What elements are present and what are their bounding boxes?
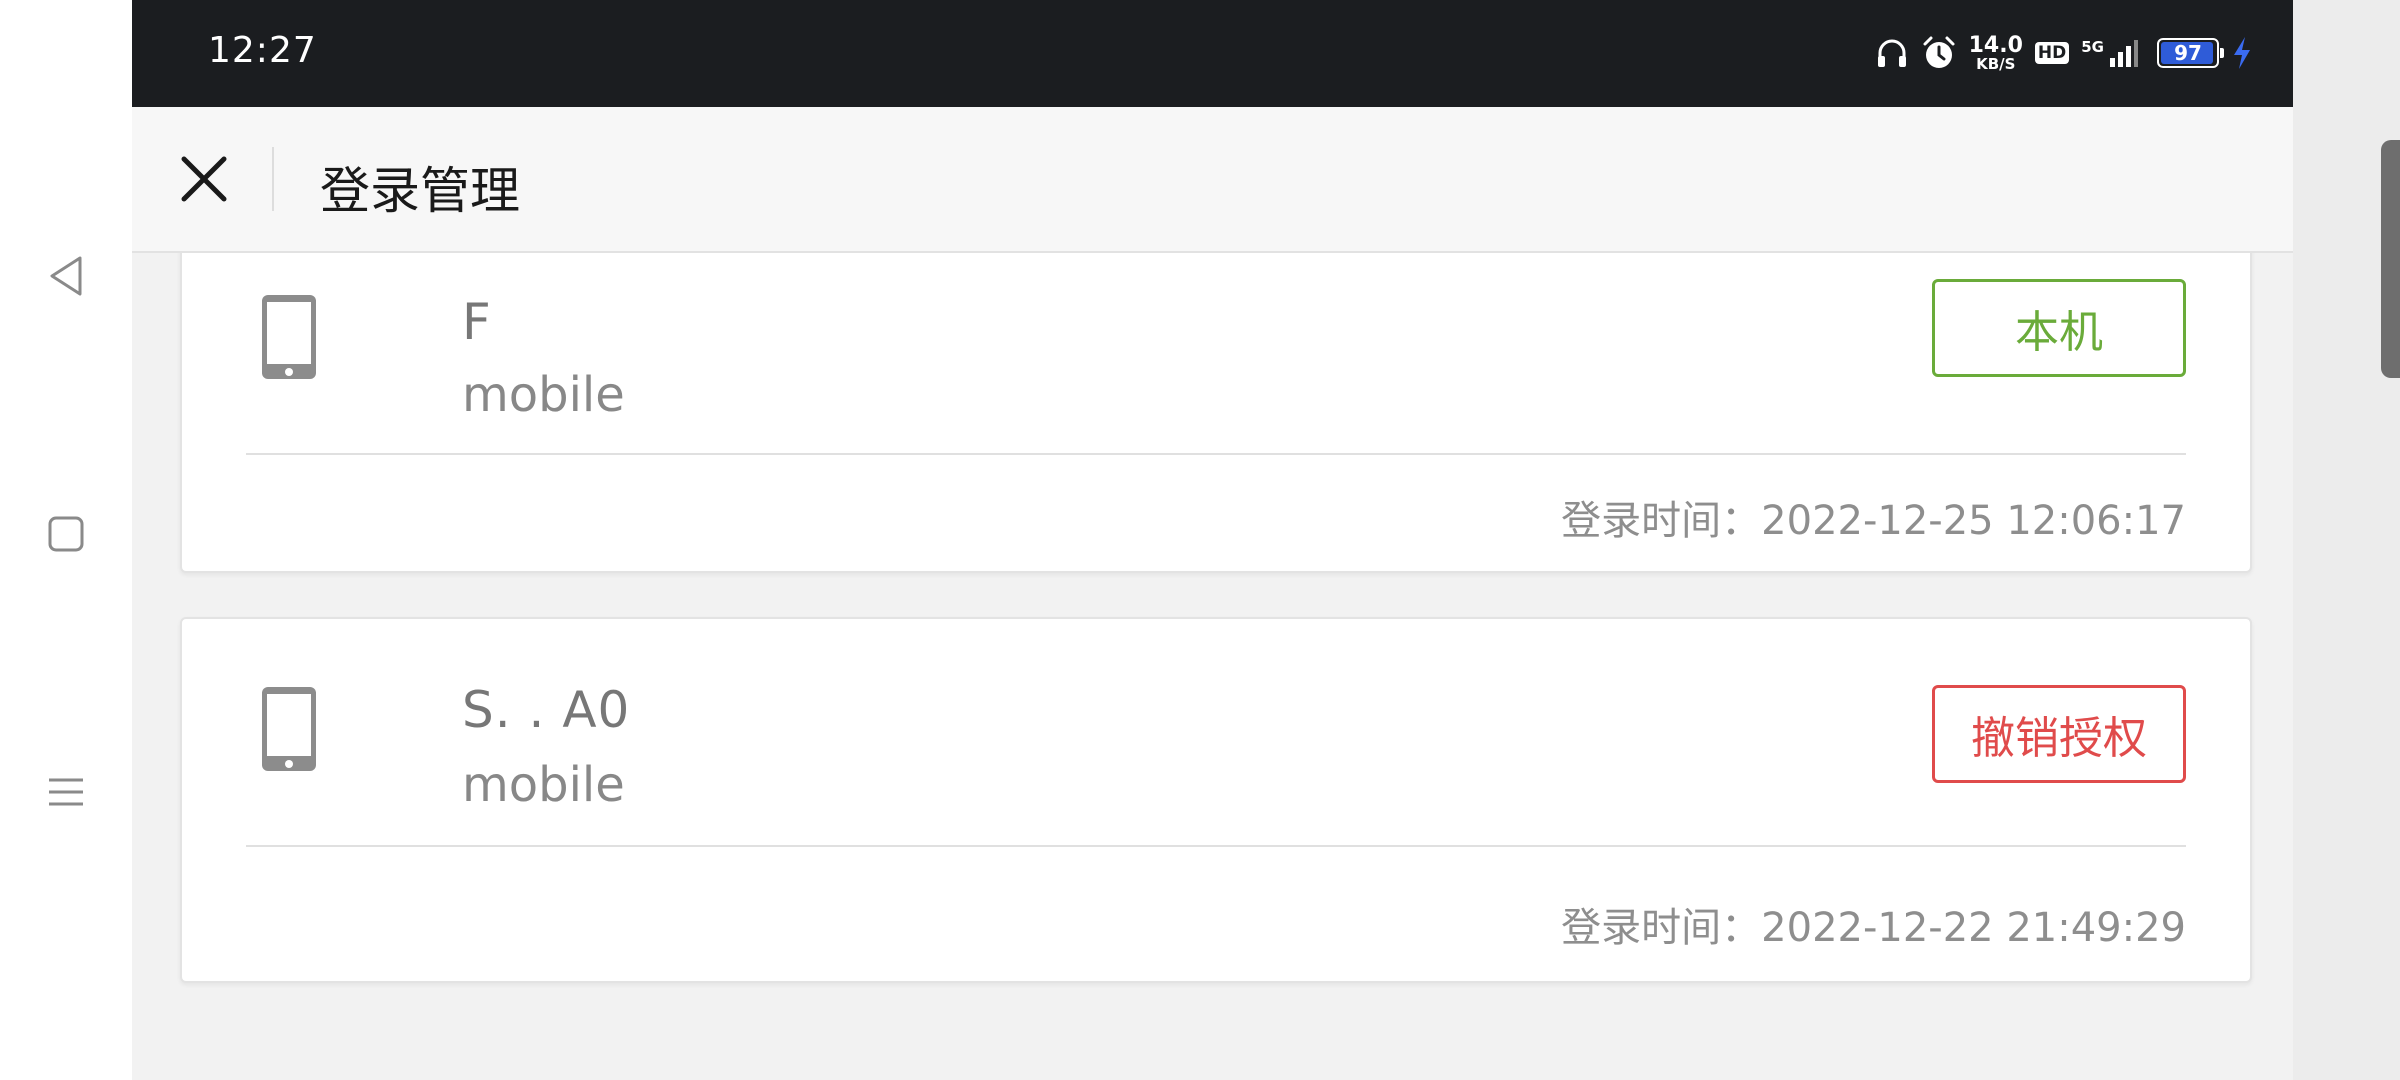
headphones-icon <box>1877 39 1906 67</box>
alarm-icon <box>1923 36 1955 68</box>
back-triangle-icon <box>50 256 82 296</box>
login-time: 登录时间：2022-12-22 21:49:29 <box>1561 895 2186 953</box>
revoke-authorization-button[interactable]: 撤销授权 <box>1932 685 2186 783</box>
page-title: 登录管理 <box>320 162 520 220</box>
screen: 12:27 14.0 KB/S HD 5G 97 登录管理 F mobile 本… <box>0 0 2400 1080</box>
login-time: 登录时间：2022-12-25 12:06:17 <box>1561 488 2186 546</box>
card-divider <box>246 845 2186 847</box>
login-time-label: 登录时间： <box>1561 498 1762 544</box>
phone-icon <box>262 295 316 379</box>
phone-icon <box>262 687 316 771</box>
navigation-rail <box>0 0 132 1080</box>
menu-lines-icon <box>49 778 83 806</box>
device-type: mobile <box>462 367 625 423</box>
network-speed: 14.0 KB/S <box>1968 32 2023 73</box>
session-list[interactable]: F mobile 本机 登录时间：2022-12-25 12:06:17 S. … <box>132 253 2293 1080</box>
login-time-label: 登录时间： <box>1561 905 1762 951</box>
session-card: F mobile 本机 登录时间：2022-12-25 12:06:17 <box>180 253 2252 573</box>
hd-badge: HD <box>2034 41 2070 65</box>
battery-icon: 97 <box>2157 38 2224 68</box>
device-name: S. . A0 <box>462 681 631 739</box>
network-speed-value: 14.0 <box>1968 32 2023 58</box>
header-divider <box>272 147 274 211</box>
close-icon <box>181 156 227 202</box>
home-square-icon <box>48 516 84 552</box>
status-icons: 14.0 KB/S HD 5G 97 <box>1875 30 2253 76</box>
status-bar: 12:27 14.0 KB/S HD 5G 97 <box>132 0 2293 107</box>
back-button[interactable] <box>36 246 96 306</box>
recents-button[interactable] <box>36 762 96 822</box>
card-divider <box>246 453 2186 455</box>
home-button[interactable] <box>36 504 96 564</box>
app-window: 登录管理 F mobile 本机 登录时间：2022-12-25 12:06:1… <box>132 107 2293 1080</box>
network-speed-unit: KB/S <box>1976 54 2016 73</box>
app-header: 登录管理 <box>132 107 2293 253</box>
battery-level: 97 <box>2174 41 2202 65</box>
side-panel-handle[interactable] <box>2381 140 2400 378</box>
device-type: mobile <box>462 757 625 813</box>
device-name: F <box>462 293 492 351</box>
charging-icon <box>2234 37 2250 69</box>
battery-nub <box>2220 48 2224 58</box>
signal-indicator: 5G <box>2081 38 2139 68</box>
login-time-value: 2022-12-22 21:49:29 <box>1761 905 2186 951</box>
status-time: 12:27 <box>208 30 317 71</box>
close-button[interactable] <box>172 147 236 211</box>
login-time-value: 2022-12-25 12:06:17 <box>1761 498 2186 544</box>
network-type-label: 5G <box>2081 38 2104 56</box>
signal-icon <box>2110 40 2138 67</box>
session-card: S. . A0 mobile 撤销授权 登录时间：2022-12-22 21:4… <box>180 617 2252 983</box>
current-device-badge: 本机 <box>1932 279 2186 377</box>
